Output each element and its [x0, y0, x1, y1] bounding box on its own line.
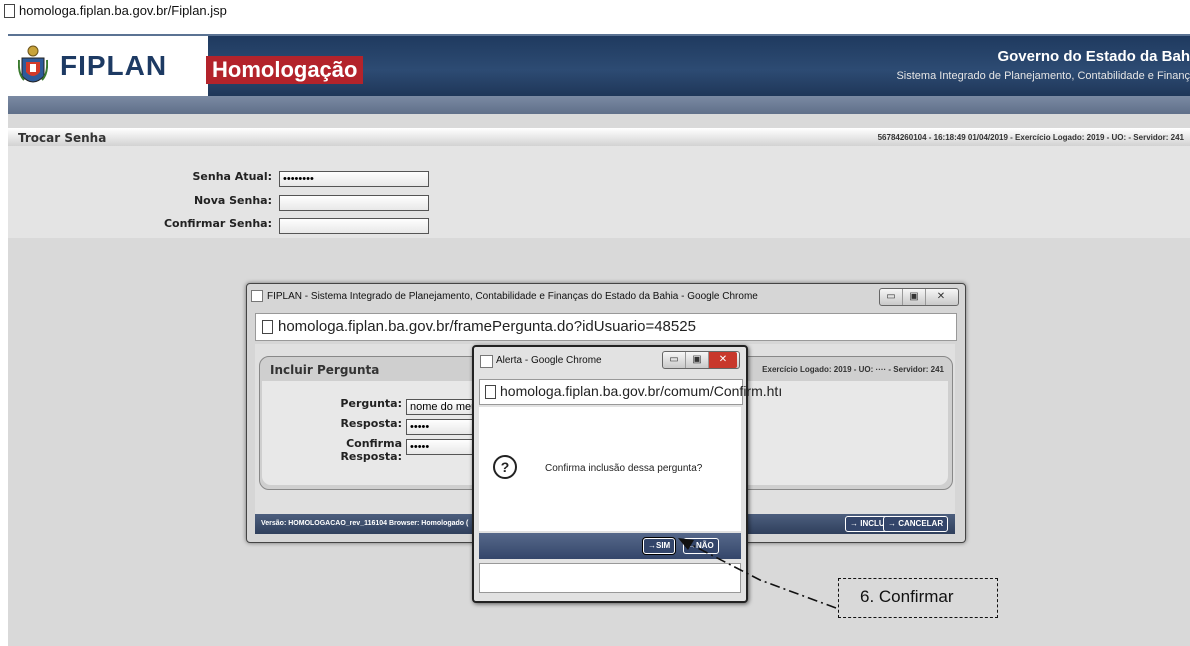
page-icon: [480, 355, 493, 368]
question-icon: ?: [493, 455, 517, 479]
new-password-field[interactable]: [279, 195, 429, 211]
alert-window-title: Alerta - Google Chrome: [496, 355, 602, 366]
fiplan-logo-text: FIPLAN: [60, 50, 168, 81]
alert-window-controls: ▭ ▣ ✕: [662, 351, 740, 369]
page-icon: [262, 320, 273, 334]
popup-url-bar[interactable]: homologa.fiplan.ba.gov.br/framePergunta.…: [255, 313, 957, 341]
logo-slant: [176, 36, 206, 98]
confirm-password-field[interactable]: [279, 218, 429, 234]
popup-window-title: FIPLAN - Sistema Integrado de Planejamen…: [267, 291, 758, 302]
new-password-label: Nova Senha:: [193, 194, 272, 207]
alert-url-bar[interactable]: homologa.fiplan.ba.gov.br/comum/Confirm.…: [479, 379, 782, 405]
browser-url[interactable]: homologa.fiplan.ba.gov.br/Fiplan.jsp: [19, 3, 227, 18]
app-header: FIPLAN Homologação Governo do Estado da …: [8, 34, 1190, 98]
popup-url[interactable]: homologa.fiplan.ba.gov.br/framePergunta.…: [278, 318, 696, 335]
page-icon: [251, 290, 263, 302]
government-title: Governo do Estado da Bah: [997, 48, 1190, 65]
alert-body: ? Confirma inclusão dessa pergunta?: [479, 407, 741, 531]
minimize-icon[interactable]: ▭: [880, 289, 903, 305]
close-icon[interactable]: ✕: [926, 289, 956, 305]
government-subtitle: Sistema Integrado de Planejamento, Conta…: [896, 70, 1190, 82]
current-password-field[interactable]: ••••••••: [279, 171, 429, 187]
page-title: Trocar Senha: [18, 131, 107, 145]
window-controls: ▭ ▣ ✕: [879, 288, 959, 306]
annotation-arrow: [678, 538, 837, 609]
confirm-password-label: Confirmar Senha:: [163, 217, 272, 230]
question-label: Pergunta:: [340, 397, 402, 410]
environment-badge: Homologação: [206, 56, 364, 84]
browser-url-bar[interactable]: homologa.fiplan.ba.gov.br/Fiplan.jsp: [0, 0, 1190, 22]
confirm-answer-label: Confirma Resposta:: [340, 437, 402, 463]
nav-band: [8, 96, 1190, 114]
current-password-label: Senha Atual:: [192, 170, 273, 183]
annotation-label: 6. Confirmar: [860, 587, 954, 606]
cancelar-button[interactable]: → CANCELAR: [883, 516, 949, 532]
close-icon[interactable]: ✕: [709, 352, 737, 368]
page-icon: [485, 385, 496, 399]
version-info: Versão: HOMOLOGACAO_rev_116104 Browser: …: [261, 520, 469, 527]
alert-url[interactable]: homologa.fiplan.ba.gov.br/comum/Confirm.…: [500, 383, 782, 399]
page-icon: [4, 4, 15, 18]
panel-title: Incluir Pergunta: [270, 363, 380, 377]
answer-label: Resposta:: [340, 417, 402, 430]
maximize-icon[interactable]: ▣: [686, 352, 709, 368]
panel-status: Exercício Logado: 2019 - UO: ···· - Serv…: [762, 365, 944, 374]
minimize-icon[interactable]: ▭: [663, 352, 686, 368]
maximize-icon[interactable]: ▣: [903, 289, 926, 305]
state-crest-icon: [18, 45, 48, 83]
session-status: 56784260104 - 16:18:49 01/04/2019 - Exer…: [877, 133, 1184, 142]
alert-message: Confirma inclusão dessa pergunta?: [545, 463, 703, 474]
